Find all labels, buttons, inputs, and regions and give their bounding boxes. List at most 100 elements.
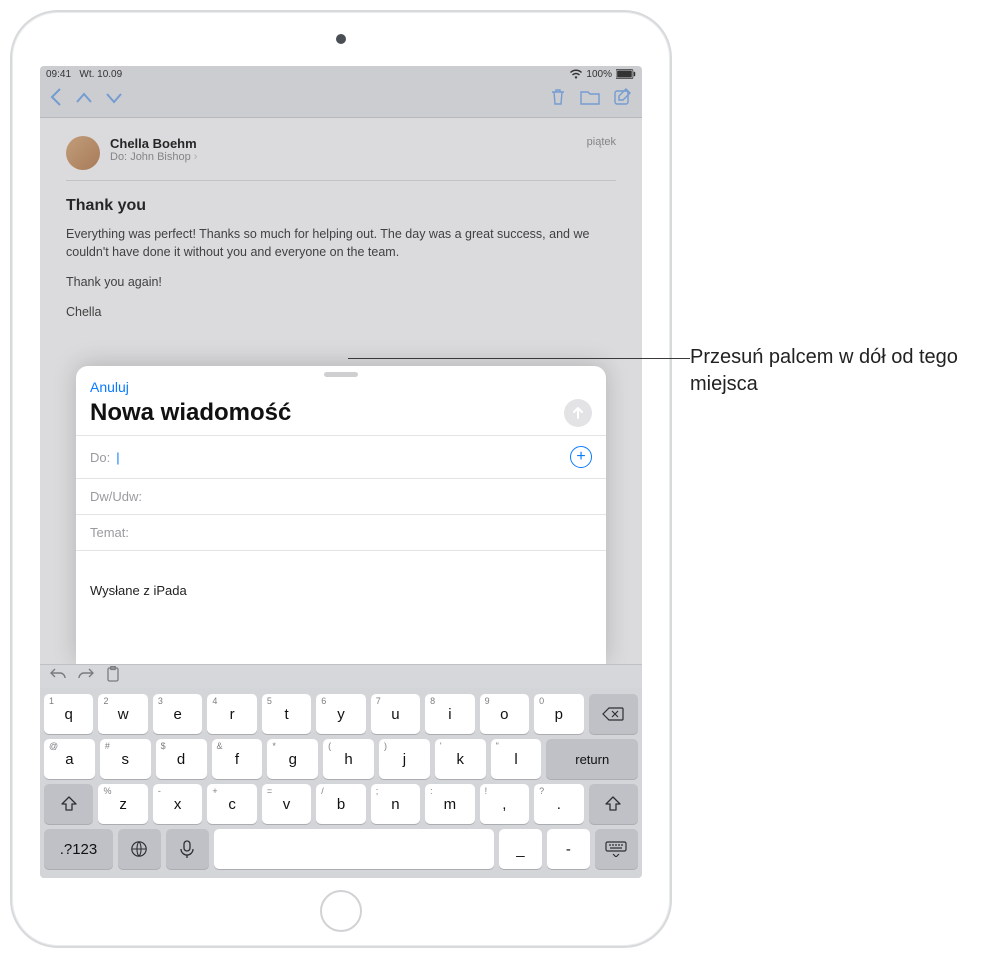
send-button[interactable] xyxy=(564,399,592,427)
compose-title: Nowa wiadomość xyxy=(90,399,291,427)
home-button[interactable] xyxy=(320,890,362,932)
move-button[interactable] xyxy=(580,89,600,110)
backspace-key[interactable] xyxy=(589,694,638,734)
key-alt: ) xyxy=(384,741,387,751)
key-main: s xyxy=(122,751,130,768)
key-main: b xyxy=(337,796,345,813)
keyboard-row-2: @a#s$d&f*g(h)j'k"lreturn xyxy=(44,739,638,779)
to-field[interactable]: Do: | + xyxy=(76,435,606,478)
key-alt: 2 xyxy=(103,696,108,706)
mail-subject: Thank you xyxy=(66,197,616,215)
next-message-button[interactable] xyxy=(106,91,122,109)
key-.[interactable]: ?. xyxy=(534,784,583,824)
key-t[interactable]: 5t xyxy=(262,694,311,734)
key-q[interactable]: 1q xyxy=(44,694,93,734)
shift-key-left[interactable] xyxy=(44,784,93,824)
from-name[interactable]: Chella Boehm xyxy=(110,136,577,151)
cancel-button[interactable]: Anuluj xyxy=(90,379,129,395)
prev-message-button[interactable] xyxy=(76,91,92,109)
underscore-key[interactable]: _ xyxy=(499,829,542,869)
key-main: . xyxy=(557,796,561,813)
mic-key[interactable] xyxy=(166,829,209,869)
key-main: h xyxy=(344,751,352,768)
key-alt: ' xyxy=(440,741,442,751)
to-line[interactable]: Do: John Bishop › xyxy=(110,151,577,163)
undo-button[interactable] xyxy=(50,667,66,686)
key-p[interactable]: 0p xyxy=(534,694,583,734)
key-o[interactable]: 9o xyxy=(480,694,529,734)
numbers-key[interactable]: .?123 xyxy=(44,829,113,869)
hyphen-key[interactable]: - xyxy=(547,829,590,869)
return-key[interactable]: return xyxy=(546,739,638,779)
status-time: 09:41 xyxy=(46,69,71,80)
key-alt: : xyxy=(430,786,433,796)
key-n[interactable]: ;n xyxy=(371,784,420,824)
key-alt: 0 xyxy=(539,696,544,706)
key-b[interactable]: /b xyxy=(316,784,365,824)
redo-button[interactable] xyxy=(78,667,94,686)
compose-sheet: Anuluj Nowa wiadomość Do: | + Dw/Udw: Te… xyxy=(76,366,606,664)
space-key[interactable] xyxy=(214,829,494,869)
key-y[interactable]: 6y xyxy=(316,694,365,734)
key-main: k xyxy=(456,751,464,768)
key-alt: 1 xyxy=(49,696,54,706)
mail-toolbar xyxy=(40,82,642,118)
subject-field[interactable]: Temat: xyxy=(76,514,606,551)
key-main: x xyxy=(174,796,182,813)
ipad-device-frame: 09:41 Wt. 10.09 100% xyxy=(10,10,672,948)
key-v[interactable]: =v xyxy=(262,784,311,824)
key-alt: @ xyxy=(49,741,58,751)
key-a[interactable]: @a xyxy=(44,739,95,779)
add-contact-button[interactable]: + xyxy=(570,446,592,468)
key-alt: 4 xyxy=(212,696,217,706)
key-alt: = xyxy=(267,786,272,796)
shift-key-right[interactable] xyxy=(589,784,638,824)
key-g[interactable]: *g xyxy=(267,739,318,779)
key-r[interactable]: 4r xyxy=(207,694,256,734)
key-k[interactable]: 'k xyxy=(435,739,486,779)
subject-label: Temat: xyxy=(90,525,129,540)
key-f[interactable]: &f xyxy=(212,739,263,779)
key-main: f xyxy=(235,751,239,768)
key-c[interactable]: +c xyxy=(207,784,256,824)
callout-text: Przesuń palcem w dół od tego miejsca xyxy=(690,344,980,398)
clipboard-button[interactable] xyxy=(106,666,120,687)
key-main: y xyxy=(337,706,345,723)
key-i[interactable]: 8i xyxy=(425,694,474,734)
dismiss-keyboard-key[interactable] xyxy=(595,829,638,869)
keyboard-row-4: .?123 _ - xyxy=(44,829,638,869)
trash-button[interactable] xyxy=(550,88,566,111)
text-cursor: | xyxy=(116,450,119,465)
key-main: e xyxy=(173,706,181,723)
mail-date: piątek xyxy=(587,136,616,148)
cc-bcc-field[interactable]: Dw/Udw: xyxy=(76,478,606,514)
key-s[interactable]: #s xyxy=(100,739,151,779)
key-w[interactable]: 2w xyxy=(98,694,147,734)
key-main: j xyxy=(403,751,406,768)
key-l[interactable]: "l xyxy=(491,739,542,779)
front-camera xyxy=(336,34,346,44)
key-main: g xyxy=(289,751,297,768)
globe-key[interactable] xyxy=(118,829,161,869)
key-j[interactable]: )j xyxy=(379,739,430,779)
key-alt: ; xyxy=(376,786,379,796)
key-e[interactable]: 3e xyxy=(153,694,202,734)
key-m[interactable]: :m xyxy=(425,784,474,824)
key-x[interactable]: -x xyxy=(153,784,202,824)
avatar[interactable] xyxy=(66,136,100,170)
compose-button[interactable] xyxy=(614,88,632,111)
key-main: m xyxy=(444,796,457,813)
key-alt: + xyxy=(212,786,217,796)
key-alt: 9 xyxy=(485,696,490,706)
back-button[interactable] xyxy=(50,88,62,111)
keyboard-row-1: 1q2w3e4r5t6y7u8i9o0p xyxy=(44,694,638,734)
key-,[interactable]: !, xyxy=(480,784,529,824)
wifi-icon xyxy=(570,69,582,79)
key-alt: ? xyxy=(539,786,544,796)
key-z[interactable]: %z xyxy=(98,784,147,824)
compose-body[interactable]: Wysłane z iPada xyxy=(76,551,606,664)
key-u[interactable]: 7u xyxy=(371,694,420,734)
to-label: Do: xyxy=(110,151,127,163)
key-h[interactable]: (h xyxy=(323,739,374,779)
key-d[interactable]: $d xyxy=(156,739,207,779)
